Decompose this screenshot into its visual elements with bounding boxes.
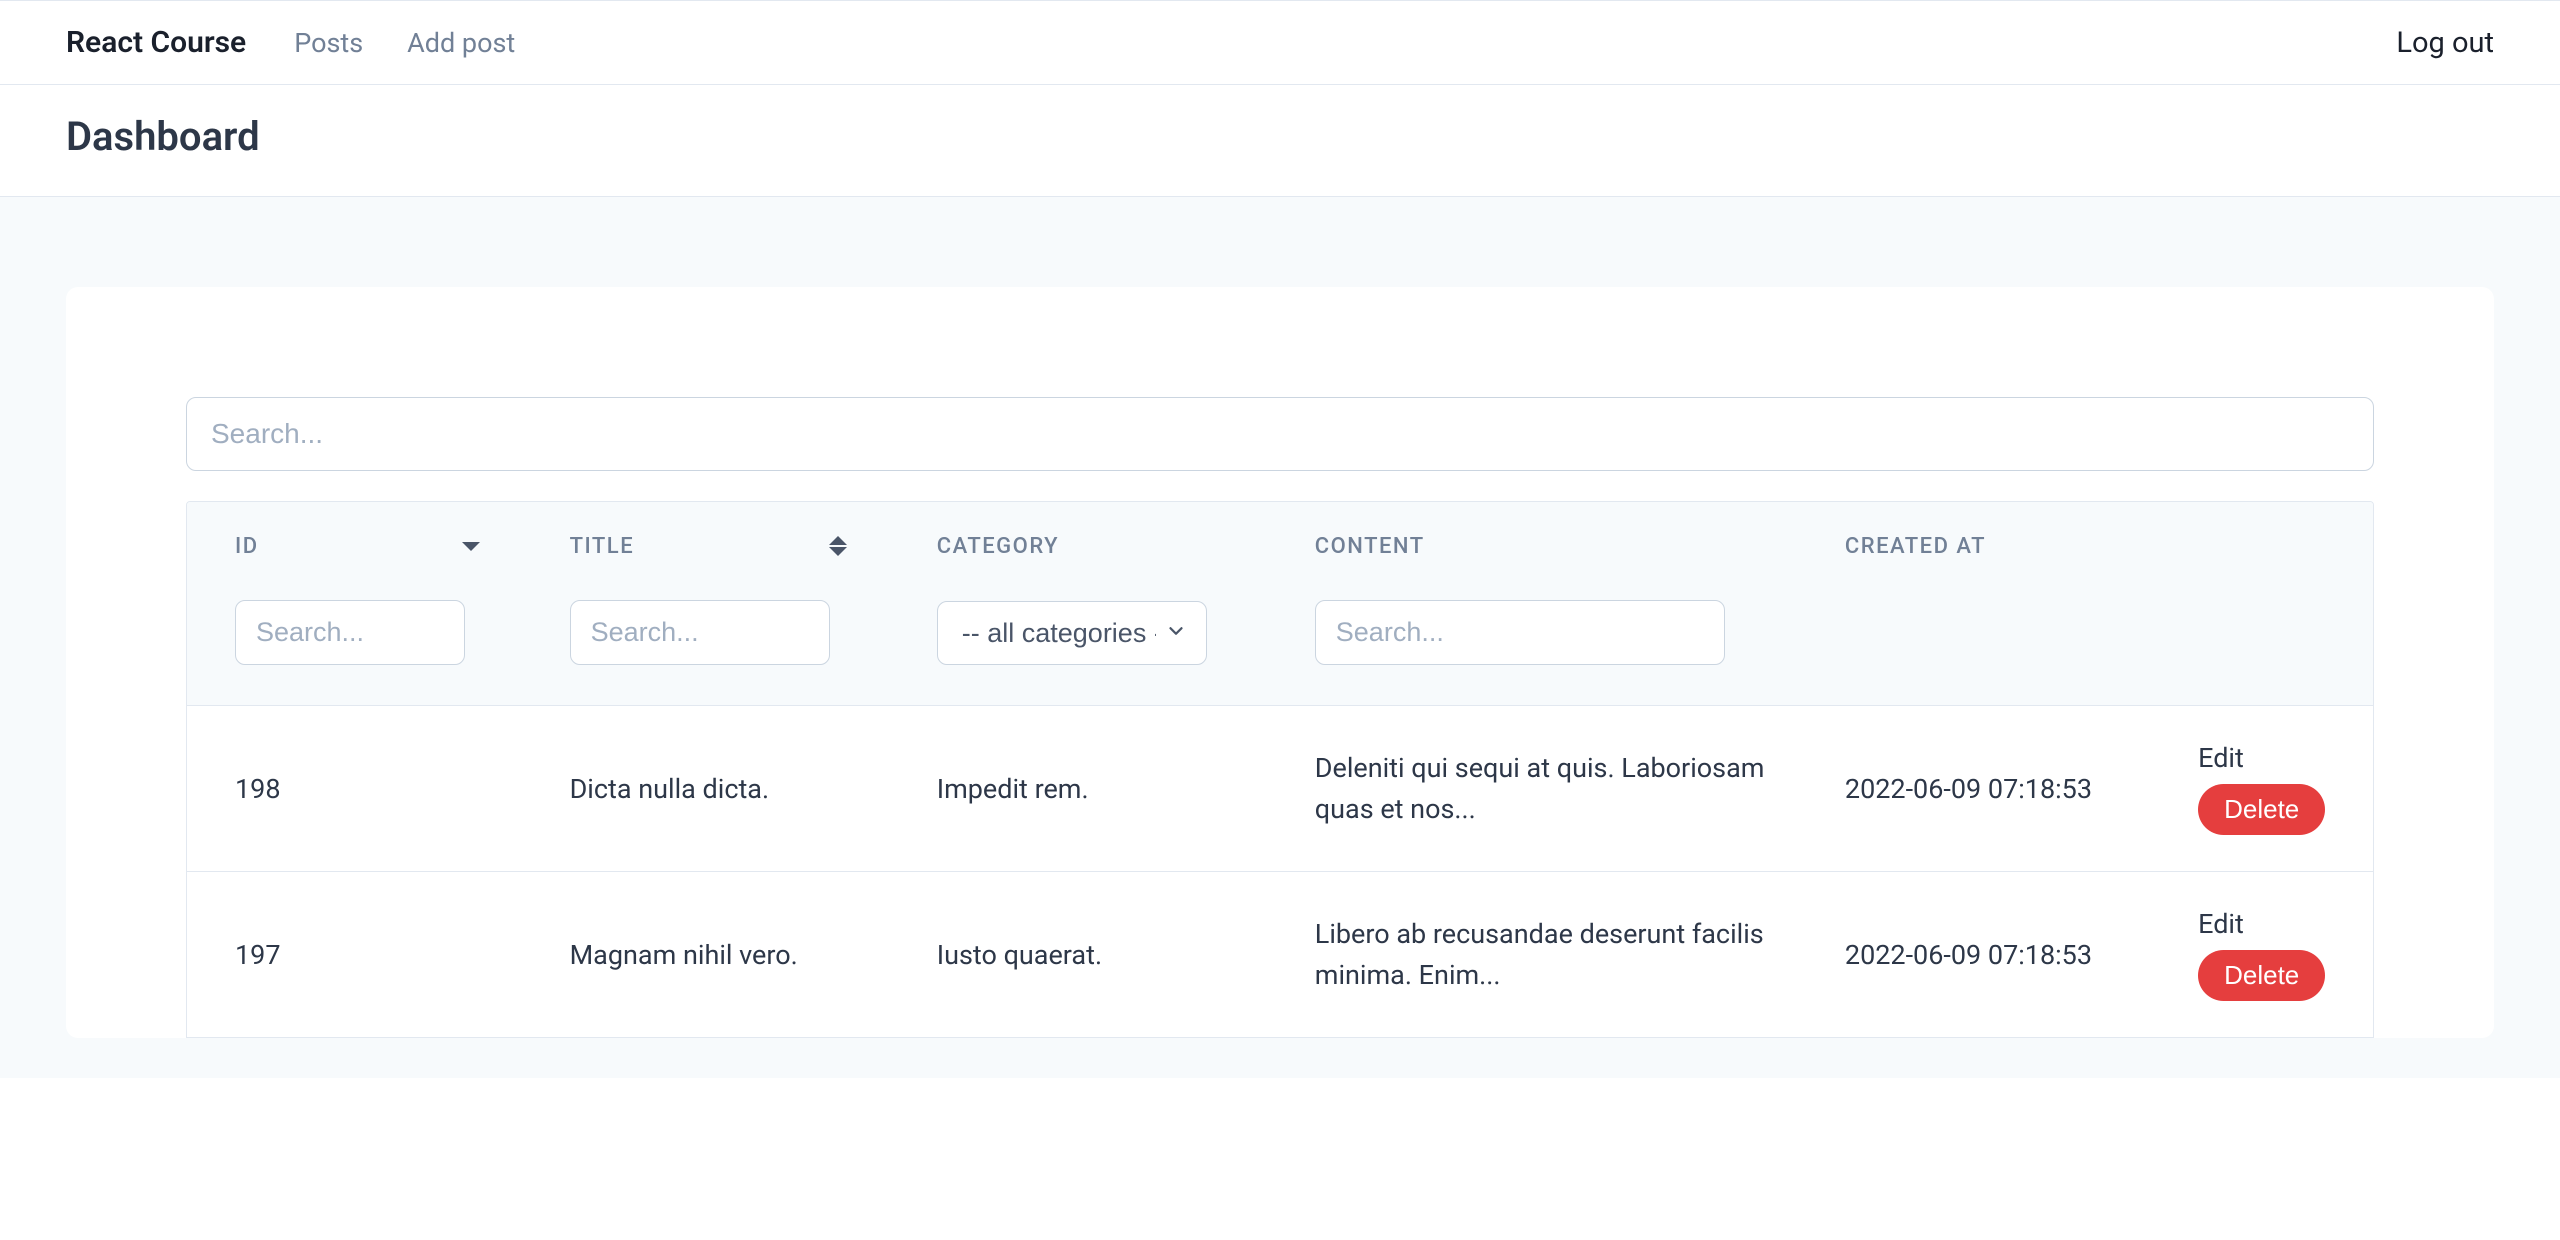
column-label: ID bbox=[235, 534, 259, 559]
column-header-id[interactable]: ID bbox=[187, 502, 522, 570]
page-title: Dashboard bbox=[66, 113, 2494, 160]
filter-input-title[interactable] bbox=[570, 600, 830, 665]
card: ID TITLE bbox=[66, 287, 2494, 1038]
sort-icon bbox=[462, 542, 480, 551]
table-row: 197 Magnam nihil vero. Iusto quaerat. Li… bbox=[187, 872, 2373, 1038]
column-header-title[interactable]: TITLE bbox=[522, 502, 889, 570]
caret-down-icon bbox=[829, 547, 847, 556]
cell-category: Iusto quaerat. bbox=[889, 872, 1267, 1038]
filter-select-wrap: -- all categories -- bbox=[937, 601, 1207, 665]
cell-category: Impedit rem. bbox=[889, 706, 1267, 872]
column-label: CREATED AT bbox=[1845, 534, 1986, 559]
cell-title: Dicta nulla dicta. bbox=[522, 706, 889, 872]
column-label: TITLE bbox=[570, 534, 635, 559]
navbar-left: React Course Posts Add post bbox=[66, 25, 515, 60]
column-header-category[interactable]: CATEGORY bbox=[889, 502, 1267, 570]
cell-created-at: 2022-06-09 07:18:53 bbox=[1797, 706, 2150, 872]
content-area: ID TITLE bbox=[0, 197, 2560, 1078]
cell-id: 198 bbox=[187, 706, 522, 872]
page-header: Dashboard bbox=[0, 85, 2560, 197]
table-row: 198 Dicta nulla dicta. Impedit rem. Dele… bbox=[187, 706, 2373, 872]
table-wrap: ID TITLE bbox=[186, 501, 2374, 1038]
cell-actions: Edit Delete bbox=[2150, 872, 2373, 1038]
edit-link[interactable]: Edit bbox=[2198, 742, 2343, 774]
cell-title: Magnam nihil vero. bbox=[522, 872, 889, 1038]
cell-created-at: 2022-06-09 07:18:53 bbox=[1797, 872, 2150, 1038]
brand[interactable]: React Course bbox=[66, 25, 246, 60]
cell-content: Libero ab recusandae deserunt facilis mi… bbox=[1267, 872, 1797, 1038]
column-label: CATEGORY bbox=[937, 534, 1059, 559]
global-search-input[interactable] bbox=[186, 397, 2374, 471]
nav-link-posts[interactable]: Posts bbox=[294, 27, 363, 59]
navbar: React Course Posts Add post Log out bbox=[0, 0, 2560, 85]
posts-table: ID TITLE bbox=[187, 502, 2373, 1037]
sort-icon bbox=[829, 536, 847, 556]
filter-row: -- all categories -- bbox=[187, 570, 2373, 706]
delete-button[interactable]: Delete bbox=[2198, 784, 2325, 835]
nav-link-add-post[interactable]: Add post bbox=[407, 27, 515, 59]
column-label: CONTENT bbox=[1315, 534, 1425, 559]
nav-links: Posts Add post bbox=[294, 27, 515, 59]
filter-select-category[interactable]: -- all categories -- bbox=[937, 601, 1207, 665]
cell-actions: Edit Delete bbox=[2150, 706, 2373, 872]
column-header-created-at[interactable]: CREATED AT bbox=[1797, 502, 2150, 570]
cell-id: 197 bbox=[187, 872, 522, 1038]
filter-input-id[interactable] bbox=[235, 600, 465, 665]
filter-input-content[interactable] bbox=[1315, 600, 1725, 665]
caret-up-icon bbox=[829, 536, 847, 545]
column-header-content[interactable]: CONTENT bbox=[1267, 502, 1797, 570]
logout-link[interactable]: Log out bbox=[2396, 26, 2494, 60]
cell-content: Deleniti qui sequi at quis. Laboriosam q… bbox=[1267, 706, 1797, 872]
caret-down-icon bbox=[462, 542, 480, 551]
edit-link[interactable]: Edit bbox=[2198, 908, 2343, 940]
delete-button[interactable]: Delete bbox=[2198, 950, 2325, 1001]
column-header-actions bbox=[2150, 502, 2373, 570]
